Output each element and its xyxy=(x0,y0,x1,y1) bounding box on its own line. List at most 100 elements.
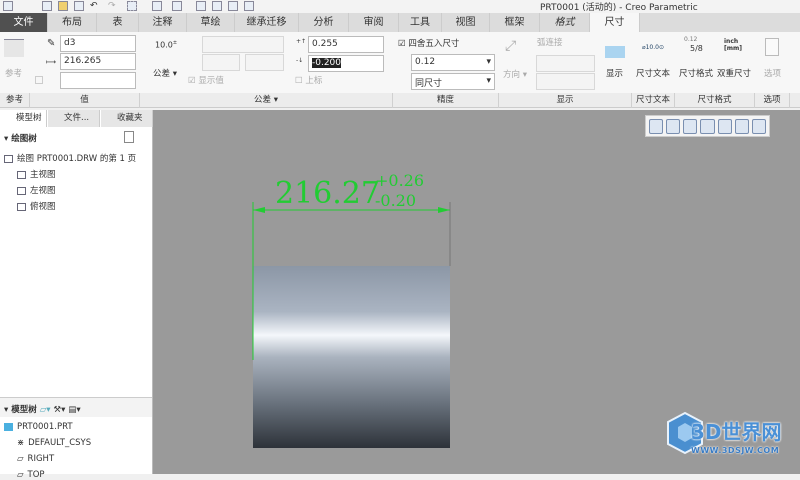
dimension-format-button[interactable]: 尺寸格式 xyxy=(679,67,713,79)
drawing-tree-header[interactable]: ▾ 绘图树 xyxy=(4,132,37,144)
undo-icon[interactable]: ↶ xyxy=(90,1,100,11)
dimension-name-field[interactable]: d3 xyxy=(60,35,136,52)
model-icon[interactable]: ▱▾ xyxy=(40,405,51,415)
show-value-checkbox[interactable]: ☑ 显示值 xyxy=(188,74,224,86)
group-tolerance[interactable]: 公差 ▾ xyxy=(140,93,393,108)
select-box-icon[interactable] xyxy=(127,1,137,11)
override-value-field[interactable] xyxy=(60,72,136,89)
tools-icon[interactable]: ⚒▾ xyxy=(54,405,66,415)
save-icon[interactable] xyxy=(74,1,84,11)
new-icon[interactable] xyxy=(42,1,52,11)
tab-legacy[interactable]: 继承迁移 xyxy=(235,13,299,32)
dual-dimension-button[interactable]: 双重尺寸 xyxy=(717,67,751,79)
windows-icon[interactable] xyxy=(172,1,182,11)
tree-item-sheet[interactable]: 绘图 PRT0001.DRW 的第 1 页 xyxy=(4,152,136,164)
part-cylinder[interactable] xyxy=(253,266,450,448)
zoom-out-icon[interactable] xyxy=(683,119,698,134)
group-value: 值 xyxy=(30,93,140,108)
tree-settings-icon[interactable]: ▤▾ xyxy=(68,405,80,415)
tab-annotate[interactable]: 注释 xyxy=(139,13,187,32)
zoom-in-icon[interactable] xyxy=(666,119,681,134)
dimension-value[interactable]: 216.27 xyxy=(275,176,380,211)
model-tree-root[interactable]: PRT0001.PRT xyxy=(4,422,73,432)
display-button[interactable]: 显示 xyxy=(606,67,623,79)
tolerance-table-select[interactable] xyxy=(202,36,284,53)
regenerate-icon[interactable] xyxy=(152,1,162,11)
round-checkbox[interactable]: ☑ 四舍五入尺寸 xyxy=(398,37,459,49)
options-icon xyxy=(765,38,779,56)
tree-item-label: 左视图 xyxy=(30,186,56,196)
tree-settings-icon[interactable] xyxy=(124,131,134,143)
tolerance-button[interactable]: 公差 ▾ xyxy=(153,67,177,79)
display-style-icon[interactable] xyxy=(717,119,732,134)
drawing-tree-title: 绘图树 xyxy=(11,134,37,144)
direction-label: 方向 xyxy=(503,70,521,80)
tab-format[interactable]: 格式 xyxy=(540,13,590,32)
tree-item-main-view[interactable]: 主视图 xyxy=(17,168,56,180)
group-options: 选项 xyxy=(755,93,790,108)
sheet-display-icon[interactable] xyxy=(734,119,749,134)
tolerance-grade-select[interactable] xyxy=(245,54,284,71)
tab-view[interactable]: 视图 xyxy=(442,13,490,32)
model-tree-toggle[interactable]: ▾ 模型树 ▱▾ ⚒▾ ▤▾ xyxy=(4,403,81,415)
dual-icon-bottom: [mm] xyxy=(724,45,742,52)
view-icon xyxy=(17,186,26,195)
tab-review[interactable]: 审阅 xyxy=(349,13,399,32)
csys-icon: ⋇ xyxy=(17,438,25,448)
tree-item-label: DEFAULT_CSYS xyxy=(28,438,92,448)
panel-tab-model-tree[interactable]: 模型树 xyxy=(0,110,47,127)
direction-icon: ⤢ xyxy=(505,38,517,54)
tree-item-top-view[interactable]: 俯视图 xyxy=(17,200,56,212)
tree-item-right[interactable]: ▱ RIGHT xyxy=(17,454,54,464)
tab-tools[interactable]: 工具 xyxy=(399,13,442,32)
window-title: PRT0001 (活动的) - Creo Parametric xyxy=(540,3,698,13)
panel-tab-files[interactable]: 文件... xyxy=(48,110,100,127)
tab-sketch[interactable]: 草绘 xyxy=(187,13,235,32)
repaint-icon[interactable] xyxy=(700,119,715,134)
print-icon[interactable] xyxy=(212,1,222,11)
tab-file[interactable]: 文件 xyxy=(0,13,48,32)
drawing-canvas[interactable]: 216.27 +0.26 -0.20 3D世界网 WWW.3DSJW.COM xyxy=(153,110,800,474)
view-toolbar xyxy=(645,115,770,137)
lower-tolerance-field[interactable]: -0.200 xyxy=(308,55,384,72)
decimal-places-select[interactable]: 0.12 ▾ xyxy=(411,54,495,71)
group-dim-text: 尺寸文本 xyxy=(632,93,675,108)
zoom-fit-icon[interactable] xyxy=(649,119,664,134)
ribbon-group-labels: 参考 值 公差 ▾ 精度 显示 尺寸文本 尺寸格式 选项 xyxy=(0,93,800,108)
tolerance-class-select[interactable] xyxy=(202,54,240,71)
reference-button[interactable]: 参考 xyxy=(5,67,22,79)
tree-item-label: PRT0001.PRT xyxy=(17,422,73,432)
options-button[interactable]: 选项 xyxy=(764,67,781,79)
export-icon[interactable] xyxy=(244,1,254,11)
dimension-value-field[interactable]: 216.265 xyxy=(60,53,136,70)
tab-analysis[interactable]: 分析 xyxy=(299,13,349,32)
tree-item-label: 主视图 xyxy=(30,170,56,180)
arc-connect-select-2[interactable] xyxy=(536,73,595,90)
direction-button[interactable]: 方向 ▾ xyxy=(503,68,527,80)
redo-icon[interactable]: ↷ xyxy=(108,1,118,11)
superscript-checkbox[interactable]: ☐ 上标 xyxy=(295,74,322,86)
override-checkbox[interactable] xyxy=(35,76,43,84)
dimension-text-button[interactable]: 尺寸文本 xyxy=(636,67,670,79)
tab-layout[interactable]: 布局 xyxy=(48,13,97,32)
tree-item-top[interactable]: ▱ TOP xyxy=(17,470,45,480)
save-as-icon[interactable] xyxy=(228,1,238,11)
show-value-label: 显示值 xyxy=(198,76,224,86)
arc-connect-label: 弧连接 xyxy=(537,38,563,48)
tree-item-left-view[interactable]: 左视图 xyxy=(17,184,56,196)
tab-dimension[interactable]: 尺寸 xyxy=(590,13,640,32)
panel-tab-favorites[interactable]: 收藏夹 xyxy=(101,110,153,127)
tab-frame[interactable]: 框架 xyxy=(490,13,540,32)
arc-connect-select[interactable] xyxy=(536,55,595,72)
close-window-icon[interactable] xyxy=(196,1,206,11)
lower-tolerance-selected: -0.200 xyxy=(312,58,342,68)
watermark: 3D世界网 WWW.3DSJW.COM xyxy=(691,416,800,468)
upper-tolerance-field[interactable]: 0.255 xyxy=(308,36,384,53)
open-icon[interactable] xyxy=(58,1,68,11)
annotation-display-icon[interactable] xyxy=(751,119,766,134)
tree-item-csys[interactable]: ⋇ DEFAULT_CSYS xyxy=(17,438,91,448)
tree-item-label: TOP xyxy=(27,470,45,480)
group-dim-format: 尺寸格式 xyxy=(675,93,755,108)
tolerance-precision-select[interactable]: 同尺寸 ▾ xyxy=(411,73,495,90)
tab-table[interactable]: 表 xyxy=(97,13,139,32)
